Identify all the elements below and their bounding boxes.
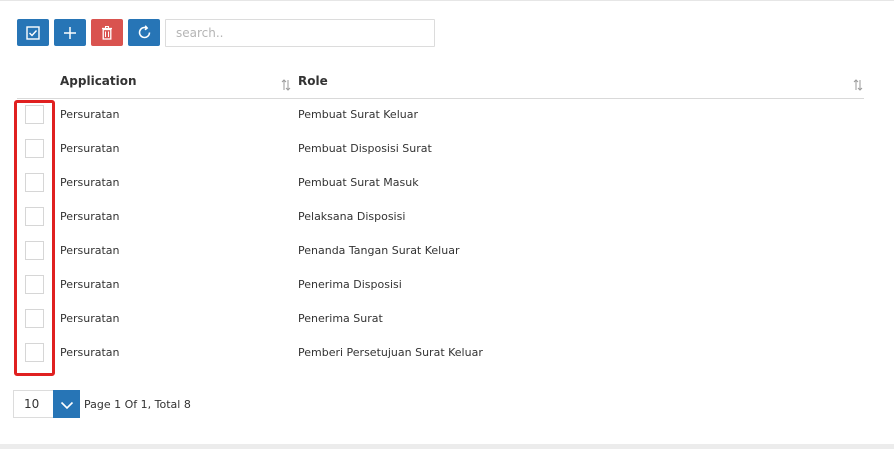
pagination: 10 Page 1 Of 1, Total 8 <box>13 390 191 418</box>
search-input[interactable] <box>165 19 435 47</box>
refresh-button[interactable] <box>128 19 160 46</box>
table-row[interactable]: Persuratan Pelaksana Disposisi <box>17 201 864 235</box>
cell-role: Pembuat Disposisi Surat <box>298 142 432 155</box>
cell-application: Persuratan <box>60 312 120 325</box>
column-header-application[interactable]: Application <box>60 74 137 88</box>
cell-role: Pelaksana Disposisi <box>298 210 406 223</box>
cell-application: Persuratan <box>60 278 120 291</box>
table-header: Application Role <box>17 68 864 99</box>
cell-application: Persuratan <box>60 108 120 121</box>
row-checkbox[interactable] <box>25 139 44 158</box>
row-checkbox[interactable] <box>25 309 44 328</box>
cell-application: Persuratan <box>60 346 120 359</box>
cell-role: Pembuat Surat Masuk <box>298 176 419 189</box>
row-checkbox[interactable] <box>25 207 44 226</box>
sort-icon[interactable] <box>281 76 291 91</box>
cell-role: Penerima Surat <box>298 312 383 325</box>
sort-icon[interactable] <box>853 76 863 91</box>
select-all-button[interactable] <box>17 19 49 46</box>
row-checkbox[interactable] <box>25 241 44 260</box>
table-row[interactable]: Persuratan Penerima Disposisi <box>17 269 864 303</box>
cell-application: Persuratan <box>60 176 120 189</box>
table-row[interactable]: Persuratan Pembuat Surat Masuk <box>17 167 864 201</box>
trash-icon <box>101 25 113 40</box>
table-row[interactable]: Persuratan Pemberi Persetujuan Surat Kel… <box>17 337 864 371</box>
chevron-down-icon <box>60 395 74 414</box>
add-button[interactable] <box>54 19 86 46</box>
cell-application: Persuratan <box>60 210 120 223</box>
checkbox-check-icon <box>26 25 40 40</box>
refresh-icon <box>137 25 152 40</box>
cell-role: Penanda Tangan Surat Keluar <box>298 244 460 257</box>
top-divider <box>0 0 894 1</box>
column-header-role[interactable]: Role <box>298 74 328 88</box>
table-row[interactable]: Persuratan Pembuat Disposisi Surat <box>17 133 864 167</box>
main-panel: Application Role Persuratan Pembuat Sura… <box>0 0 894 449</box>
cell-application: Persuratan <box>60 142 120 155</box>
cell-role: Penerima Disposisi <box>298 278 402 291</box>
toolbar <box>17 19 165 47</box>
row-checkbox[interactable] <box>25 173 44 192</box>
table-row[interactable]: Persuratan Pembuat Surat Keluar <box>17 99 864 133</box>
delete-button[interactable] <box>91 19 123 46</box>
cell-role: Pemberi Persetujuan Surat Keluar <box>298 346 483 359</box>
bottom-border <box>0 444 894 449</box>
cell-role: Pembuat Surat Keluar <box>298 108 418 121</box>
table-row[interactable]: Persuratan Penanda Tangan Surat Keluar <box>17 235 864 269</box>
page-info: Page 1 Of 1, Total 8 <box>84 397 191 411</box>
cell-application: Persuratan <box>60 244 120 257</box>
row-checkbox[interactable] <box>25 343 44 362</box>
page-size-select[interactable]: 10 <box>13 390 53 418</box>
page-size-dropdown-button[interactable] <box>53 390 80 418</box>
plus-icon <box>63 26 77 40</box>
row-checkbox[interactable] <box>25 275 44 294</box>
row-checkbox[interactable] <box>25 105 44 124</box>
table-row[interactable]: Persuratan Penerima Surat <box>17 303 864 337</box>
